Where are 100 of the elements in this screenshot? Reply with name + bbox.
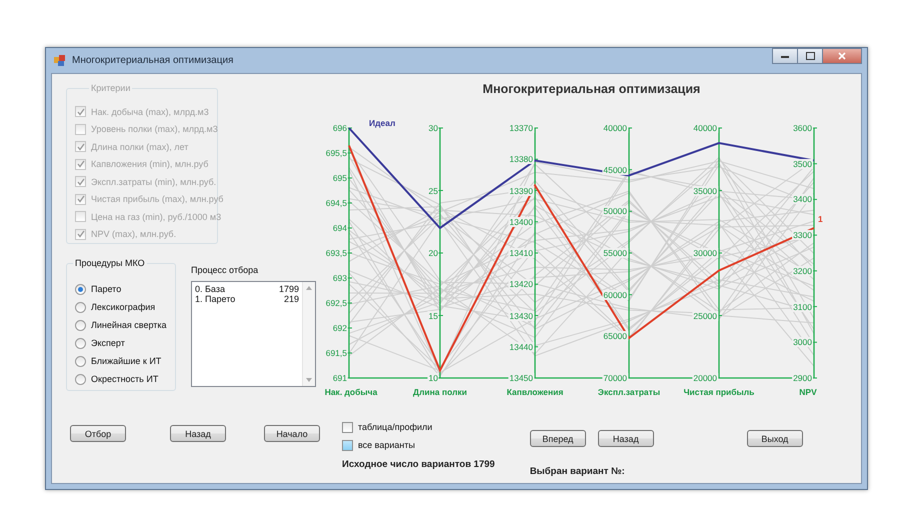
check-icon — [76, 195, 84, 204]
tick-label: 691 — [332, 373, 348, 383]
axis-label: Нак. добыча — [324, 387, 378, 397]
tick-label: 692 — [332, 323, 348, 333]
tick-label: 13400 — [508, 216, 534, 227]
tick-label: 693 — [332, 273, 348, 283]
radio-button[interactable] — [75, 356, 86, 366]
tick-label: 10 — [428, 373, 439, 383]
tick-label: 55000 — [602, 248, 628, 258]
tick-label: 3300 — [792, 230, 813, 240]
maximize-icon — [806, 52, 814, 60]
checkbox-label: Чистая прибыль (max), млн.руб — [91, 194, 224, 204]
checkbox-label: Экспл.затраты (min), млн.руб. — [91, 176, 216, 187]
action-button[interactable]: Начало — [264, 425, 320, 442]
tick-label: 692,5 — [324, 298, 348, 308]
tick-label: 20 — [428, 248, 439, 258]
tick-label: 2900 — [792, 373, 813, 383]
tick-label: 695,5 — [324, 148, 348, 158]
check-icon — [76, 230, 84, 238]
checkbox[interactable] — [342, 440, 353, 450]
tick-label: 25000 — [692, 310, 718, 320]
list-item-name: 1. Парето — [195, 294, 236, 304]
tick-label: 45000 — [602, 164, 628, 175]
minimize-button[interactable] — [772, 48, 798, 64]
radio-button[interactable] — [75, 302, 86, 312]
tick-label: 70000 — [602, 373, 628, 383]
tick-label: 691,5 — [324, 348, 348, 358]
radio-button[interactable] — [75, 374, 86, 384]
process-list[interactable]: 0. База 1799 1. Парето 219 — [191, 281, 316, 387]
check-icon — [76, 142, 84, 151]
checkbox-label: Цена на газ (min), руб./1000 м3 — [91, 212, 222, 222]
tick-label: 40000 — [692, 123, 718, 133]
tick-label: 13440 — [508, 342, 534, 352]
tick-label: 15 — [428, 310, 439, 320]
tick-label: 3000 — [792, 337, 813, 348]
list-item-count: 219 — [284, 294, 299, 304]
action-button[interactable]: Назад — [170, 425, 226, 442]
tick-label: 13450 — [508, 373, 534, 383]
tick-label: 40000 — [602, 123, 628, 133]
tick-label: 13430 — [508, 310, 534, 320]
tick-label: 3600 — [792, 123, 813, 133]
tick-label: 35000 — [692, 186, 718, 196]
tick-label: 25 — [428, 186, 439, 196]
checkbox-label: Длина полки (max), лет — [91, 142, 188, 152]
list-item-name: 0. База — [195, 284, 225, 294]
axis-label: Длина полки — [413, 387, 467, 397]
axis-label: Экспл.затраты — [598, 387, 660, 397]
app-icon — [53, 54, 66, 67]
scroll-down-icon[interactable] — [306, 378, 312, 382]
tick-label: 13410 — [508, 248, 534, 258]
checkbox-label: все варианты — [358, 440, 415, 450]
tick-label: 13380 — [508, 154, 534, 164]
tick-label: 3400 — [792, 194, 813, 204]
checkbox-label: Нак. добыча (max), млрд.м3 — [91, 106, 209, 117]
check-icon — [76, 160, 84, 168]
scrollbar[interactable] — [302, 282, 315, 386]
checkbox-label: NPV (max), млн.руб. — [91, 229, 176, 240]
variant-label: 1 — [818, 214, 823, 224]
tick-label: 60000 — [602, 290, 628, 300]
window-title: Многокритериальная оптимизация — [72, 55, 234, 66]
tick-label: 3200 — [792, 266, 813, 276]
scroll-up-icon[interactable] — [306, 286, 312, 290]
tick-label: 30000 — [692, 248, 718, 258]
checkbox-label: Уровень полки (max), млрд.м3 — [91, 124, 218, 134]
tick-label: 693,5 — [324, 248, 348, 258]
radio-button[interactable] — [75, 338, 86, 348]
check-icon — [76, 178, 84, 186]
nav-button[interactable]: Вперед — [530, 430, 586, 447]
exit-button[interactable]: Выход — [746, 430, 803, 447]
selected-variant-text: Выбран вариант №: — [530, 466, 626, 477]
close-button[interactable] — [822, 48, 862, 64]
nav-button[interactable]: Назад — [598, 430, 654, 447]
radio-label: Ближайшие к ИТ — [91, 356, 162, 366]
radio-button[interactable] — [75, 284, 86, 294]
maximize-button[interactable] — [797, 48, 823, 64]
tick-label: 695 — [332, 173, 348, 183]
tick-label: 30 — [428, 123, 439, 133]
group-title: Критерии — [89, 83, 132, 93]
checkbox[interactable] — [342, 422, 353, 432]
radio-label: Лексикография — [91, 302, 156, 312]
tick-label: 694,5 — [324, 198, 348, 208]
action-button[interactable]: Отбор — [70, 425, 126, 442]
close-icon — [838, 52, 846, 60]
radio-label: Эксперт — [91, 338, 125, 348]
axis-label: Чистая прибыль — [684, 387, 754, 397]
tick-label: 13390 — [508, 186, 534, 196]
radio-button[interactable] — [75, 320, 86, 330]
radio-label: Линейная свертка — [91, 320, 167, 330]
tick-label: 13370 — [508, 123, 534, 133]
axis-label: Капвложения — [506, 387, 564, 397]
tick-label: 13420 — [508, 279, 534, 290]
chart-title: Многокритериальная оптимизация — [482, 82, 700, 98]
radio-label: Окрестность ИТ — [91, 374, 158, 384]
checkbox-label: Капвложения (min), млн.руб — [91, 159, 208, 170]
radio-label: Парето — [91, 284, 122, 294]
list-title: Процесс отбора — [191, 265, 260, 275]
tick-label: 694 — [332, 223, 348, 233]
tick-label: 3100 — [792, 302, 813, 312]
list-item-count: 1799 — [278, 284, 299, 294]
initial-count-text: Исходное число вариантов 1799 — [342, 459, 495, 470]
